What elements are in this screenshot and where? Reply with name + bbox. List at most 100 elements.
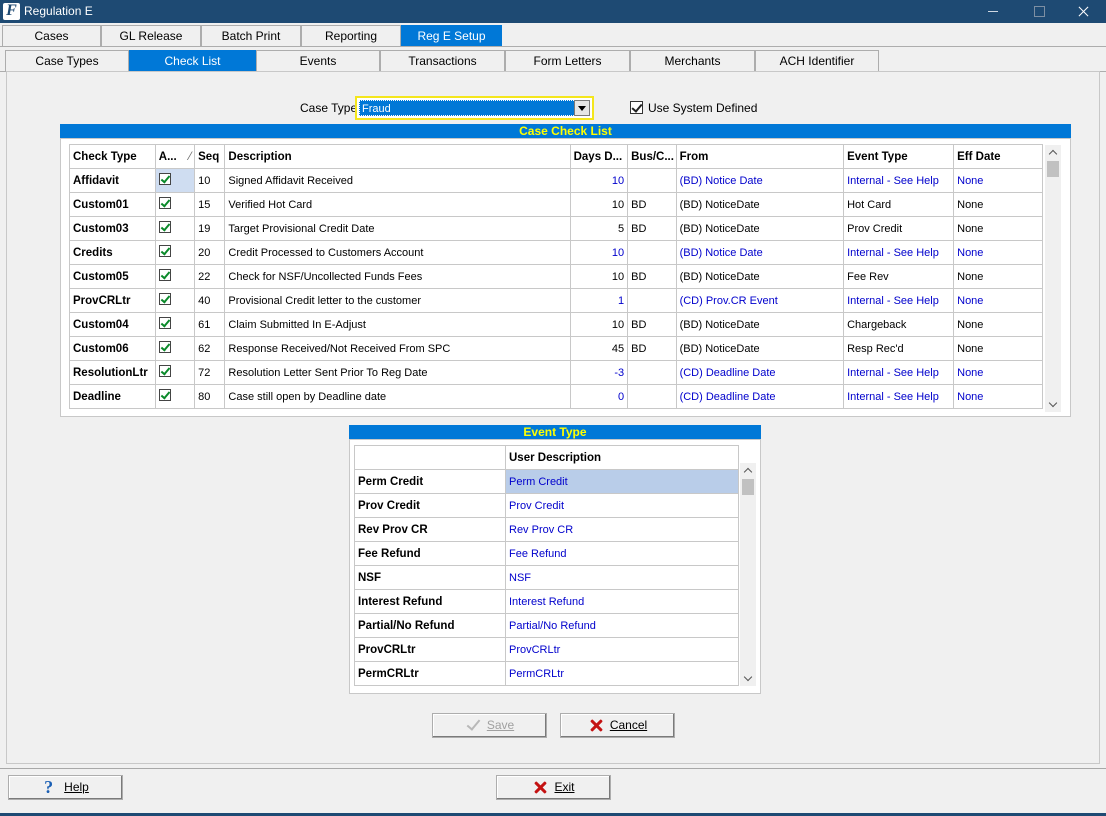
active-checkbox[interactable] [158, 172, 171, 185]
days-due-cell[interactable]: 10 [569, 312, 629, 337]
table-row[interactable]: Affidavit 10 Signed Affidavit Received 10 (B… [69, 168, 1043, 193]
from-cell[interactable]: (CD) Deadline Date [675, 360, 845, 385]
tab-cases[interactable]: Cases [2, 25, 101, 47]
event-name-cell[interactable]: Interest Refund [354, 589, 506, 614]
from-cell[interactable]: (BD) NoticeDate [675, 336, 845, 361]
active-checkbox[interactable] [158, 244, 171, 257]
scroll-down-icon[interactable] [1045, 398, 1061, 412]
bus-cal-cell[interactable] [627, 168, 677, 193]
check-type-cell[interactable]: Custom05 [69, 264, 156, 289]
days-due-cell[interactable]: 1 [569, 288, 629, 313]
table-row[interactable]: Deadline 80 Case still open by Deadline da… [69, 384, 1043, 409]
table-row[interactable]: Custom06 62 Response Received/Not Received… [69, 336, 1043, 361]
scroll-up-icon[interactable] [740, 463, 756, 477]
scroll-thumb[interactable] [742, 479, 754, 495]
check-type-cell[interactable]: Credits [69, 240, 156, 265]
from-cell[interactable]: (BD) NoticeDate [675, 264, 845, 289]
event-name-cell[interactable]: Prov Credit [354, 493, 506, 518]
check-type-cell[interactable]: Custom03 [69, 216, 156, 241]
user-description-cell[interactable]: Prov Credit [505, 493, 739, 518]
from-cell[interactable]: (CD) Prov.CR Event [675, 288, 845, 313]
col-bus-cal[interactable]: Bus/C... [627, 144, 677, 169]
scroll-up-icon[interactable] [1045, 145, 1061, 159]
bus-cal-cell[interactable] [627, 288, 677, 313]
col-event-type[interactable]: Event Type [843, 144, 955, 169]
eff-date-cell[interactable]: None [953, 192, 1043, 217]
event-name-cell[interactable]: Partial/No Refund [354, 613, 506, 638]
days-due-cell[interactable]: 45 [569, 336, 629, 361]
check-type-cell[interactable]: ResolutionLtr [69, 360, 156, 385]
save-button[interactable]: Save [432, 713, 547, 738]
event-name-cell[interactable]: ProvCRLtr [354, 637, 506, 662]
active-checkbox-cell[interactable] [154, 168, 196, 193]
table-row[interactable]: Custom04 61 Claim Submitted In E-Adjust 10 B… [69, 312, 1043, 337]
days-due-cell[interactable]: 10 [569, 168, 629, 193]
chevron-down-icon[interactable] [574, 100, 590, 116]
active-checkbox-cell[interactable] [154, 192, 196, 217]
description-cell[interactable]: Check for NSF/Uncollected Funds Fees [224, 264, 571, 289]
minimize-icon[interactable] [970, 0, 1016, 23]
event-type-cell[interactable]: Resp Rec'd [843, 336, 955, 361]
bus-cal-cell[interactable]: BD [627, 312, 677, 337]
scroll-thumb[interactable] [1047, 161, 1059, 177]
active-checkbox[interactable] [158, 316, 171, 329]
seq-cell[interactable]: 40 [194, 288, 226, 313]
table-row[interactable]: Prov Credit Prov Credit [354, 493, 739, 518]
table-row[interactable]: ProvCRLtr ProvCRLtr [354, 637, 739, 662]
days-due-cell[interactable]: -3 [569, 360, 629, 385]
seq-cell[interactable]: 10 [194, 168, 226, 193]
tab-merchants[interactable]: Merchants [630, 50, 755, 72]
from-cell[interactable]: (BD) NoticeDate [675, 312, 845, 337]
active-checkbox-cell[interactable] [154, 264, 196, 289]
from-cell[interactable]: (CD) Deadline Date [675, 384, 845, 409]
from-cell[interactable]: (BD) Notice Date [675, 240, 845, 265]
table-row[interactable]: Credits 20 Credit Processed to Customers A… [69, 240, 1043, 265]
user-description-cell[interactable]: Interest Refund [505, 589, 739, 614]
table-row[interactable]: ResolutionLtr 72 Resolution Letter Sent Pr… [69, 360, 1043, 385]
days-due-cell[interactable]: 10 [569, 264, 629, 289]
col-days-due[interactable]: Days D... [569, 144, 629, 169]
eff-date-cell[interactable]: None [953, 360, 1043, 385]
seq-cell[interactable]: 80 [194, 384, 226, 409]
seq-cell[interactable]: 15 [194, 192, 226, 217]
from-cell[interactable]: (BD) NoticeDate [675, 192, 845, 217]
active-checkbox-cell[interactable] [154, 240, 196, 265]
bus-cal-cell[interactable]: BD [627, 264, 677, 289]
table-row[interactable]: Custom05 22 Check for NSF/Uncollected Fund… [69, 264, 1043, 289]
description-cell[interactable]: Case still open by Deadline date [224, 384, 571, 409]
exit-button[interactable]: Exit [496, 775, 611, 800]
active-checkbox[interactable] [158, 340, 171, 353]
user-description-cell[interactable]: NSF [505, 565, 739, 590]
description-cell[interactable]: Provisional Credit letter to the custome… [224, 288, 571, 313]
col-from[interactable]: From [675, 144, 845, 169]
event-type-cell[interactable]: Internal - See Help [843, 240, 955, 265]
active-checkbox-cell[interactable] [154, 360, 196, 385]
seq-cell[interactable]: 20 [194, 240, 226, 265]
table-row[interactable]: PermCRLtr PermCRLtr [354, 661, 739, 686]
user-description-cell[interactable]: Fee Refund [505, 541, 739, 566]
event-type-scrollbar[interactable] [740, 463, 756, 686]
table-row[interactable]: Fee Refund Fee Refund [354, 541, 739, 566]
user-description-cell[interactable]: ProvCRLtr [505, 637, 739, 662]
event-name-cell[interactable]: Fee Refund [354, 541, 506, 566]
seq-cell[interactable]: 62 [194, 336, 226, 361]
table-row[interactable]: Custom03 19 Target Provisional Credit Date… [69, 216, 1043, 241]
active-checkbox[interactable] [158, 220, 171, 233]
tab-ach-identifier[interactable]: ACH Identifier [755, 50, 879, 72]
col-description[interactable]: Description [224, 144, 571, 169]
table-row[interactable]: ProvCRLtr 40 Provisional Credit letter to … [69, 288, 1043, 313]
check-type-cell[interactable]: Custom01 [69, 192, 156, 217]
days-due-cell[interactable]: 10 [569, 240, 629, 265]
check-type-cell[interactable]: Deadline [69, 384, 156, 409]
active-checkbox[interactable] [158, 364, 171, 377]
event-type-grid[interactable]: User Description Perm Credit Perm Credit P… [349, 439, 761, 694]
col-check-type[interactable]: Check Type [69, 144, 156, 169]
seq-cell[interactable]: 19 [194, 216, 226, 241]
description-cell[interactable]: Credit Processed to Customers Account [224, 240, 571, 265]
bus-cal-cell[interactable] [627, 240, 677, 265]
scroll-down-icon[interactable] [740, 672, 756, 686]
seq-cell[interactable]: 72 [194, 360, 226, 385]
table-row[interactable]: Perm Credit Perm Credit [354, 469, 739, 494]
seq-cell[interactable]: 22 [194, 264, 226, 289]
active-checkbox-cell[interactable] [154, 384, 196, 409]
